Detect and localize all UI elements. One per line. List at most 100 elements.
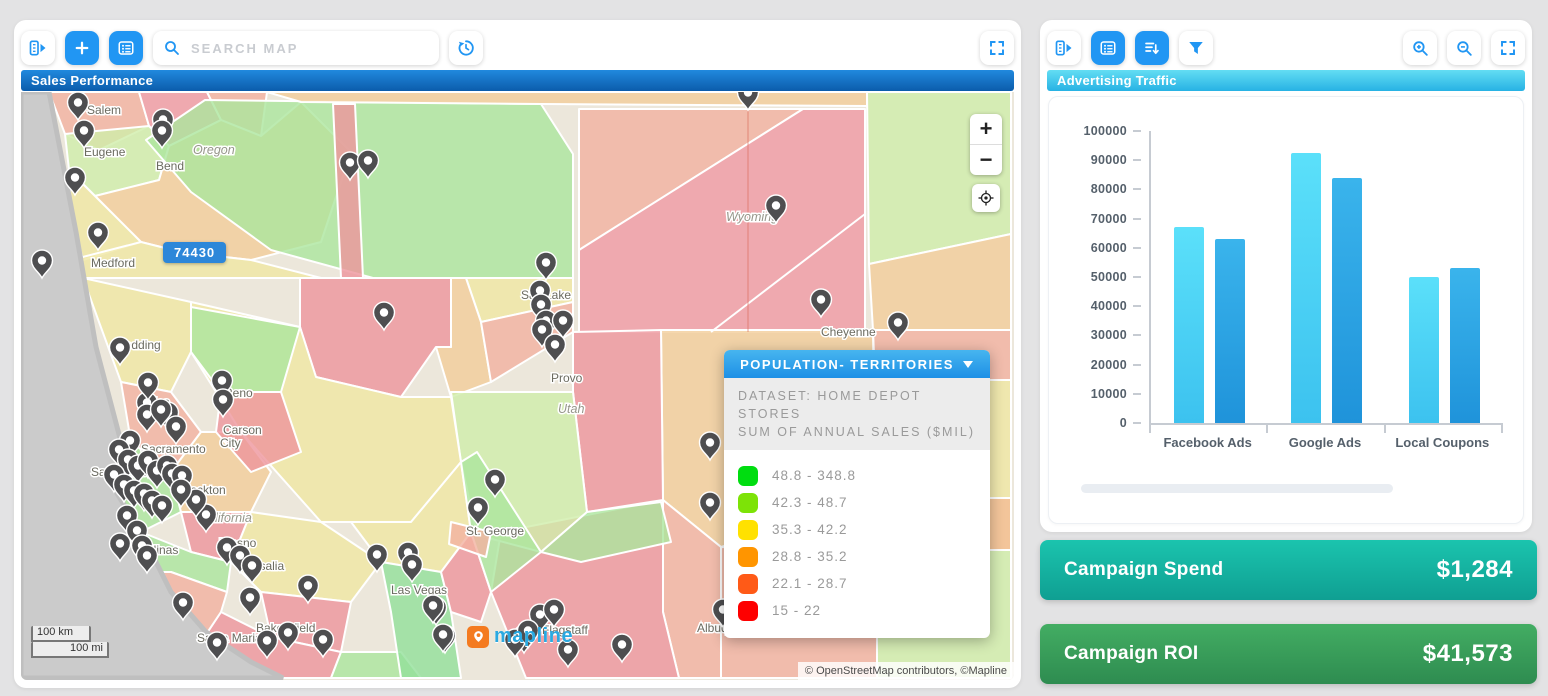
- legend-range-label: 42.3 - 48.7: [772, 495, 848, 510]
- layers-list-button[interactable]: [109, 31, 143, 65]
- panel-toggle-icon: [1054, 38, 1074, 58]
- legend-item: 35.3 - 42.2: [738, 516, 976, 543]
- map-legend: POPULATION- TERRITORIES DATASET: HOME DE…: [724, 350, 990, 638]
- legend-title: POPULATION- TERRITORIES: [740, 357, 954, 372]
- map-fullscreen-button[interactable]: [980, 31, 1014, 65]
- y-tick-mark: [1133, 159, 1141, 161]
- bar-google-ads-s2[interactable]: [1332, 178, 1362, 423]
- data-list-button[interactable]: [1091, 31, 1125, 65]
- mapline-wordmark: mapline: [494, 625, 573, 648]
- legend-range-label: 48.8 - 348.8: [772, 468, 856, 483]
- map-city-label: Salem: [87, 103, 121, 117]
- territory[interactable]: [573, 330, 663, 512]
- map-city-label: Provo: [551, 371, 583, 385]
- map-attribution: © OpenStreetMap contributors, ©Mapline: [798, 662, 1014, 680]
- bar-google-ads-s1[interactable]: [1291, 153, 1321, 423]
- fullscreen-icon: [988, 39, 1006, 57]
- chart-title-text: Advertising Traffic: [1057, 73, 1177, 88]
- chart-panel: Advertising Traffic 01000020000300004000…: [1040, 20, 1532, 532]
- map-city-label: St. George: [466, 524, 524, 538]
- kpi-label: Campaign ROI: [1064, 643, 1199, 665]
- bar-facebook-ads-s1[interactable]: [1174, 227, 1204, 423]
- map-zoom-control: + −: [970, 114, 1002, 175]
- panel-toggle-button-2[interactable]: [1047, 31, 1081, 65]
- zoom-in-icon: [1411, 39, 1430, 58]
- bar-group: [1291, 153, 1362, 423]
- map-city-label: Cheyenne: [821, 325, 876, 339]
- y-tick-label: 20000: [1091, 358, 1127, 372]
- x-tick-mark: [1501, 425, 1503, 433]
- panel-toggle-button[interactable]: [21, 31, 55, 65]
- zoom-out-button[interactable]: −: [970, 145, 1002, 175]
- list-icon: [1099, 39, 1117, 57]
- legend-header[interactable]: POPULATION- TERRITORIES: [724, 350, 990, 378]
- filter-button[interactable]: [1179, 31, 1213, 65]
- map-canvas[interactable]: SalemEugeneOregonBendMedfordReddingChico…: [21, 92, 1014, 680]
- legend-range-label: 28.8 - 35.2: [772, 549, 848, 564]
- locate-icon: [977, 189, 995, 207]
- y-tick-label: 40000: [1091, 299, 1127, 313]
- chevron-down-icon: [962, 360, 974, 369]
- legend-dataset: DATASET: HOME DEPOT STORES SUM OF ANNUAL…: [724, 378, 990, 450]
- kpi-value: $41,573: [1423, 640, 1513, 668]
- sort-button[interactable]: [1135, 31, 1169, 65]
- y-tick-label: 10000: [1091, 387, 1127, 401]
- bar-group: [1174, 227, 1245, 423]
- map-title-text: Sales Performance: [31, 73, 153, 88]
- map-city-label: Eugene: [84, 145, 126, 159]
- add-button[interactable]: [65, 31, 99, 65]
- legend-item: 48.8 - 348.8: [738, 462, 976, 489]
- bar-local-coupons-s1[interactable]: [1409, 277, 1439, 423]
- x-category-label: Facebook Ads: [1153, 435, 1263, 450]
- chart-card: 0100002000030000400005000060000700008000…: [1048, 96, 1524, 524]
- bar-local-coupons-s2[interactable]: [1450, 268, 1480, 423]
- x-category-label: Google Ads: [1270, 435, 1380, 450]
- map-city-label: Utah: [558, 402, 584, 416]
- zoom-in-button[interactable]: +: [970, 114, 1002, 145]
- x-tick-mark: [1266, 425, 1268, 433]
- y-tick-label: 70000: [1091, 212, 1127, 226]
- map-search[interactable]: [153, 31, 439, 65]
- history-icon: [456, 38, 476, 58]
- y-tick-mark: [1133, 276, 1141, 278]
- legend-swatch: [738, 601, 758, 621]
- map-toolbar: [21, 28, 1014, 68]
- chart-horizontal-scrollbar[interactable]: [1081, 484, 1393, 493]
- y-tick-mark: [1133, 218, 1141, 220]
- legend-swatch: [738, 547, 758, 567]
- x-category-label: Local Coupons: [1387, 435, 1497, 450]
- map-city-label: Carson: [223, 423, 262, 437]
- zoom-out-icon: [1455, 39, 1474, 58]
- chart-zoom-out-button[interactable]: [1447, 31, 1481, 65]
- y-tick-label: 30000: [1091, 328, 1127, 342]
- kpi-campaign-spend[interactable]: Campaign Spend $1,284: [1040, 540, 1537, 600]
- y-tick-label: 60000: [1091, 241, 1127, 255]
- bar-facebook-ads-s2[interactable]: [1215, 239, 1245, 423]
- chart-zoom-in-button[interactable]: [1403, 31, 1437, 65]
- map-pin[interactable]: [240, 587, 261, 615]
- legend-item: 42.3 - 48.7: [738, 489, 976, 516]
- sort-icon: [1143, 39, 1161, 57]
- map-scale: 100 km 100 mi: [31, 626, 109, 658]
- filter-icon: [1187, 39, 1205, 57]
- territory-value-badge[interactable]: 74430: [163, 242, 226, 263]
- chart-plot-area: [1149, 131, 1503, 425]
- fullscreen-icon: [1499, 39, 1517, 57]
- legend-item: 22.1 - 28.7: [738, 570, 976, 597]
- y-tick-label: 80000: [1091, 182, 1127, 196]
- history-button[interactable]: [449, 31, 483, 65]
- map-pin[interactable]: [545, 334, 566, 362]
- legend-dataset-line2: SUM OF ANNUAL SALES ($MIL): [738, 423, 976, 441]
- map-panel: Sales Performance SalemEugeneOregonBendM…: [14, 20, 1021, 688]
- search-icon: [163, 39, 181, 57]
- kpi-value: $1,284: [1437, 556, 1513, 584]
- locate-button[interactable]: [972, 184, 1000, 212]
- kpi-campaign-roi[interactable]: Campaign ROI $41,573: [1040, 624, 1537, 684]
- y-tick-label: 50000: [1091, 270, 1127, 284]
- chart-fullscreen-button[interactable]: [1491, 31, 1525, 65]
- map-city-label: Medford: [91, 256, 135, 270]
- legend-dataset-line1: DATASET: HOME DEPOT STORES: [738, 387, 976, 423]
- search-input[interactable]: [189, 40, 429, 57]
- map-pin[interactable]: [738, 92, 759, 110]
- x-tick-mark: [1149, 425, 1151, 433]
